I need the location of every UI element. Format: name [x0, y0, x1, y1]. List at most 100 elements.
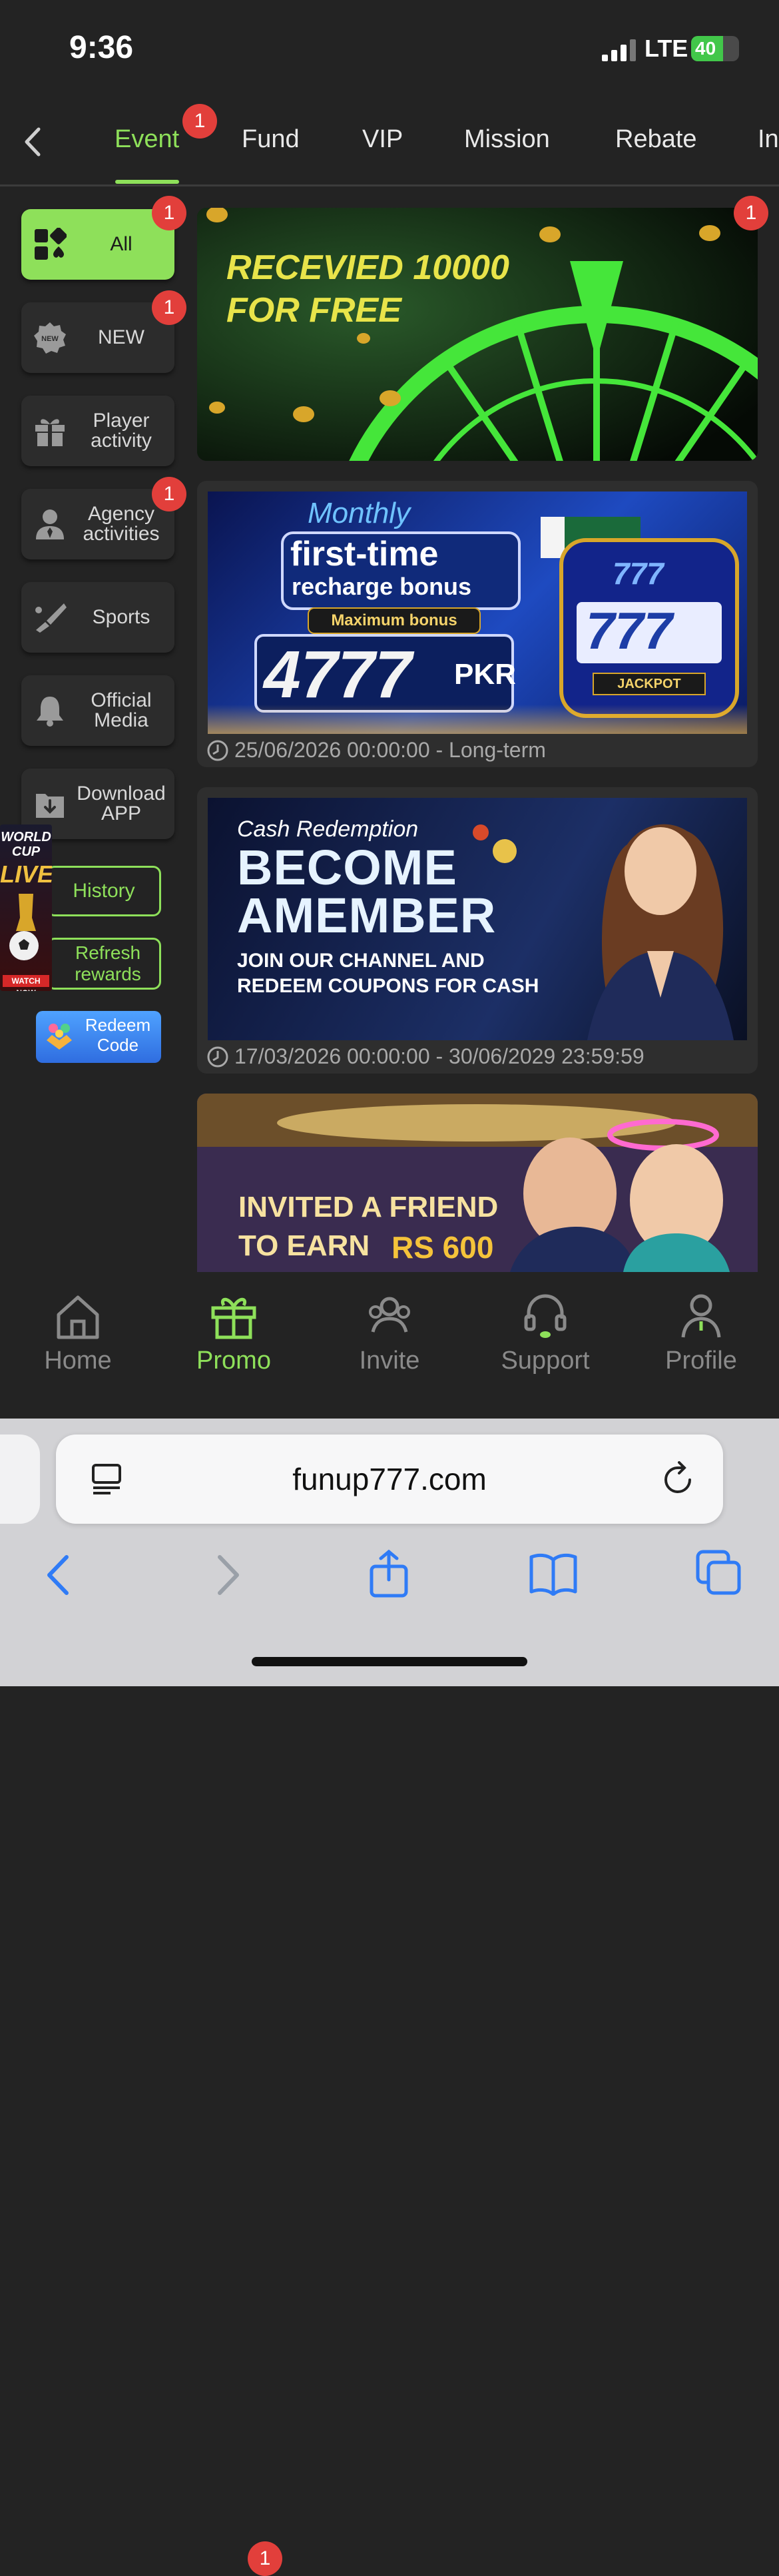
grid-icon: [35, 228, 67, 260]
gift-icon: [211, 1297, 256, 1339]
nav-profile[interactable]: Profile: [623, 1272, 779, 1419]
banner-text-amount: RS 600: [391, 1230, 494, 1265]
event-banner-wheel: [197, 208, 758, 461]
nav-support[interactable]: Support: [467, 1272, 623, 1419]
sidebar-item-label: Player activity: [91, 410, 152, 452]
new-seal-text: NEW: [41, 335, 59, 343]
home-indicator: [252, 1657, 527, 1666]
event-date-text: 17/03/2026 00:00:00 - 30/06/2029 23:59:5…: [234, 1044, 645, 1068]
tab-vip[interactable]: VIP: [362, 125, 403, 154]
download-icon: [36, 794, 64, 818]
event-card[interactable]: RECEVIED 10000 FOR FREE: [197, 208, 758, 461]
nav-profile-label: Profile: [665, 1347, 737, 1375]
status-time: 9:36: [69, 30, 134, 65]
trophy-ball-icon: [9, 894, 39, 960]
bookmarks-icon[interactable]: [529, 1552, 578, 1596]
clock-icon: [207, 1046, 228, 1067]
wc-line3: LIVE: [0, 860, 52, 888]
event-banner-recharge: Monthly first-time recharge bonus Maximu…: [208, 491, 747, 734]
browser-forward-icon[interactable]: [213, 1553, 242, 1597]
model-illustration: [587, 824, 734, 1040]
banner-text-amember: AMEMBER: [237, 888, 497, 943]
clock-icon: [207, 740, 228, 761]
sidebar-all-badge: 1: [152, 196, 186, 230]
event-card[interactable]: Cash Redemption BECOME AMEMBER JOIN OUR …: [197, 787, 758, 1074]
sidebar-item-all[interactable]: All: [21, 209, 174, 280]
banner-text-invite: INVITED A FRIEND: [238, 1191, 499, 1223]
tab-event[interactable]: Event: [115, 125, 179, 154]
sidebar-item-official-media[interactable]: Official Media: [21, 675, 174, 746]
sports-icon: [35, 603, 67, 633]
slot-top-text: 777: [613, 556, 664, 591]
signal-icon: [602, 39, 636, 61]
sidebar-item-label: Download APP: [77, 783, 166, 824]
nav-invite[interactable]: Invite: [312, 1272, 467, 1419]
share-icon[interactable]: [368, 1549, 410, 1598]
sidebar-item-new[interactable]: NEW NEW: [21, 302, 174, 373]
nav-support-label: Support: [501, 1347, 590, 1375]
back-icon[interactable]: [23, 127, 43, 157]
tab-mission[interactable]: Mission: [464, 125, 550, 154]
tab-fund[interactable]: Fund: [242, 125, 300, 154]
banner-text-monthly: Monthly: [308, 497, 411, 529]
tab-in[interactable]: In: [758, 125, 779, 154]
network-type: LTE: [645, 35, 688, 62]
sidebar-new-badge: 1: [152, 290, 186, 325]
battery-level: 40: [695, 38, 716, 59]
nav-promo[interactable]: Promo: [156, 1272, 312, 1419]
browser-chrome: funup777.com: [0, 1419, 779, 1686]
event-card[interactable]: INVITED A FRIEND TO EARN RS 600: [197, 1094, 758, 1272]
banner-text-line2: FOR FREE: [226, 291, 401, 330]
slot-machine: 777 777 JACKPOT: [559, 538, 739, 718]
slot-jackpot: JACKPOT: [593, 673, 706, 695]
nav-promo-label: Promo: [196, 1347, 271, 1375]
tab-event-badge: 1: [182, 104, 217, 139]
nav-home-label: Home: [44, 1347, 112, 1375]
sidebar-item-sports[interactable]: Sports: [21, 582, 174, 653]
reload-icon[interactable]: [660, 1461, 696, 1497]
person-icon: [681, 1294, 721, 1338]
new-seal-icon: NEW: [34, 322, 66, 354]
bottom-navigation: Home Promo 1 Invite Support Profile: [0, 1272, 779, 2576]
banner-text-redeem: REDEEM COUPONS FOR CASH: [237, 975, 539, 997]
banner-text-line1: RECEVIED 10000: [226, 248, 509, 287]
tabs-icon[interactable]: [695, 1549, 742, 1596]
gift-icon: [35, 419, 65, 446]
history-button[interactable]: History: [47, 866, 161, 916]
wc-line2: CUP: [11, 844, 41, 859]
sidebar-item-label: Sports: [92, 606, 150, 628]
banner-text-max-bonus: Maximum bonus: [308, 607, 481, 634]
redeem-code-button[interactable]: Redeem Code: [36, 1011, 161, 1063]
event-date: 25/06/2026 00:00:00 - Long-term: [206, 738, 546, 763]
banner-text-join: JOIN OUR CHANNEL AND: [237, 950, 485, 972]
active-tab-indicator: [115, 180, 179, 184]
headset-icon: [524, 1294, 567, 1338]
chips-icon: [473, 824, 517, 863]
event-banner-member: Cash Redemption BECOME AMEMBER JOIN OUR …: [208, 798, 747, 1040]
url-text: funup777.com: [292, 1462, 487, 1496]
sidebar-item-agency-activities[interactable]: Agency activities: [21, 489, 174, 559]
browser-back-icon[interactable]: [44, 1553, 73, 1597]
tab-rebate[interactable]: Rebate: [615, 125, 697, 154]
sidebar-item-player-activity[interactable]: Player activity: [21, 396, 174, 466]
redeem-gift-icon: [47, 1024, 72, 1050]
banner-text-first-time: first-time: [290, 535, 439, 573]
world-cup-live-ad[interactable]: WORLD CUP LIVE WATCH NOW: [0, 824, 52, 991]
previous-tab-preview[interactable]: [0, 1435, 40, 1524]
event-card-badge: 1: [734, 196, 768, 230]
sidebar-item-label: Official Media: [91, 689, 152, 731]
wc-watch-now: WATCH NOW: [3, 975, 49, 991]
redeem-code-label: Redeem Code: [85, 1015, 151, 1055]
address-bar[interactable]: funup777.com: [56, 1435, 723, 1524]
event-date-text: 25/06/2026 00:00:00 - Long-term: [234, 738, 546, 762]
event-card[interactable]: Monthly first-time recharge bonus Maximu…: [197, 481, 758, 767]
nav-home[interactable]: Home: [0, 1272, 156, 1419]
people-icon: [369, 1297, 410, 1333]
nav-invite-label: Invite: [359, 1347, 420, 1375]
status-bar: 9:36 LTE 40: [0, 0, 779, 100]
banner-text-to-earn: TO EARN: [238, 1229, 370, 1262]
slot-reels: 777: [586, 601, 673, 660]
battery-icon: 40: [691, 36, 739, 61]
sidebar-agency-badge: 1: [152, 477, 186, 511]
refresh-rewards-button[interactable]: Refresh rewards: [47, 938, 161, 990]
